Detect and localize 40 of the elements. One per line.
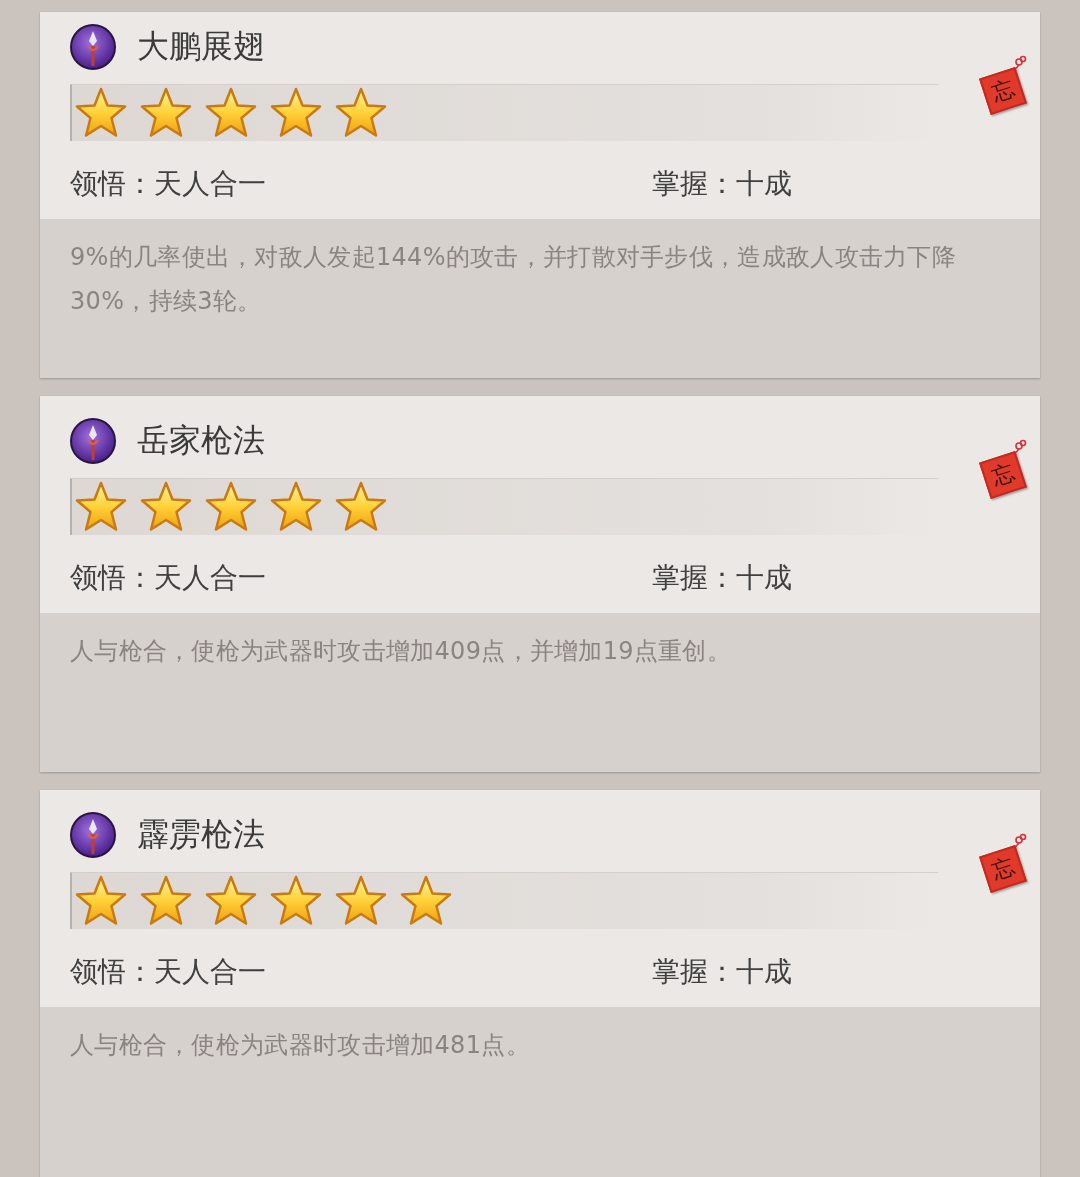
forget-tag[interactable]: 忘 bbox=[979, 845, 1027, 893]
star-icon bbox=[139, 874, 193, 928]
forget-tag[interactable]: 忘 bbox=[979, 67, 1027, 115]
skill-description: 人与枪合，使枪为武器时攻击增加409点，并增加19点重创。 bbox=[40, 613, 1040, 772]
skill-description: 9%的几率使出，对敌人发起144%的攻击，并打散对手步伐，造成敌人攻击力下降30%，持续3轮。 bbox=[40, 219, 1040, 378]
mastery-value: 十成 bbox=[736, 560, 792, 596]
mastery-value: 十成 bbox=[736, 954, 792, 990]
comprehension-value: 天人合一 bbox=[154, 166, 266, 202]
spear-icon bbox=[70, 812, 116, 858]
star-icon bbox=[204, 480, 258, 534]
star-icon bbox=[334, 480, 388, 534]
spear-icon bbox=[70, 418, 116, 464]
comprehension-label: 领悟： bbox=[70, 560, 154, 596]
star-icon bbox=[204, 874, 258, 928]
mastery-label: 掌握： bbox=[652, 954, 736, 990]
mastery-label: 掌握： bbox=[652, 166, 736, 202]
star-icon bbox=[334, 86, 388, 140]
skill-name: 岳家枪法 bbox=[137, 420, 265, 461]
star-icon bbox=[139, 480, 193, 534]
star-icon bbox=[269, 86, 323, 140]
star-icon bbox=[269, 480, 323, 534]
comprehension-value: 天人合一 bbox=[154, 954, 266, 990]
comprehension-label: 领悟： bbox=[70, 954, 154, 990]
mastery-value: 十成 bbox=[736, 166, 792, 202]
skill-name: 大鹏展翅 bbox=[137, 26, 265, 67]
forget-tag[interactable]: 忘 bbox=[979, 451, 1027, 499]
comprehension-value: 天人合一 bbox=[154, 560, 266, 596]
mastery-label: 掌握： bbox=[652, 560, 736, 596]
star-icon bbox=[139, 86, 193, 140]
star-icon bbox=[204, 86, 258, 140]
skill-description: 人与枪合，使枪为武器时攻击增加481点。 bbox=[40, 1007, 1040, 1177]
star-icon bbox=[74, 480, 128, 534]
star-icon bbox=[74, 874, 128, 928]
star-icon bbox=[334, 874, 388, 928]
star-icon bbox=[269, 874, 323, 928]
star-icon bbox=[399, 874, 453, 928]
comprehension-label: 领悟： bbox=[70, 166, 154, 202]
star-icon bbox=[74, 86, 128, 140]
spear-icon bbox=[70, 24, 116, 70]
skill-name: 霹雳枪法 bbox=[137, 814, 265, 855]
